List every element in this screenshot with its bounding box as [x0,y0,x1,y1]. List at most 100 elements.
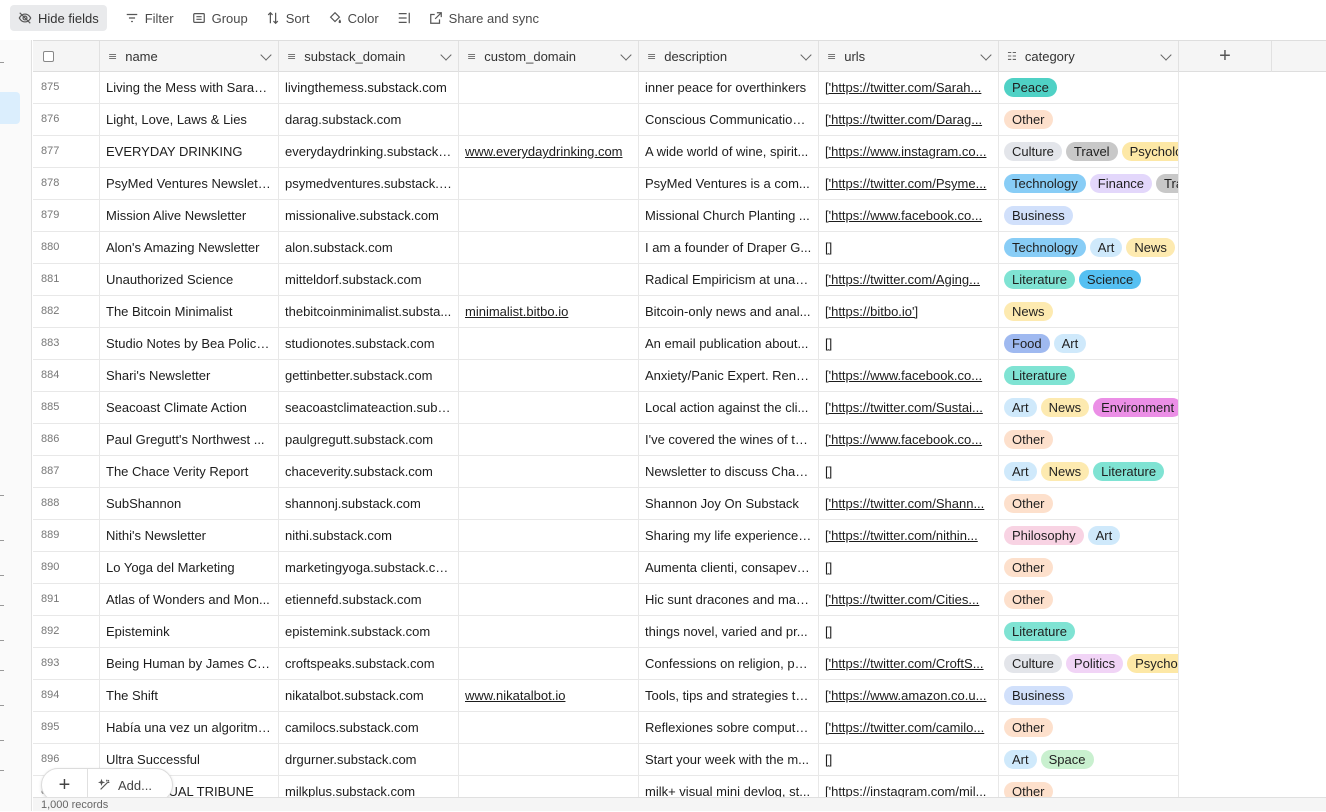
description-cell[interactable]: A wide world of wine, spirit... [639,136,819,167]
category-cell[interactable]: TechnologyFinanceTravel [999,168,1179,199]
urls-cell[interactable]: [] [819,744,999,775]
table-row[interactable]: 887 The Chace Verity Report chaceverity.su… [33,456,1179,488]
substack-domain-cell[interactable]: drgurner.substack.com [279,744,459,775]
description-cell[interactable]: Reflexiones sobre computa... [639,712,819,743]
urls-cell[interactable]: [] [819,328,999,359]
urls-cell[interactable]: ['https://twitter.com/Cities... [819,584,999,615]
category-cell[interactable]: CultureTravelPsychology [999,136,1179,167]
name-cell[interactable]: Atlas of Wonders and Mon... [100,584,279,615]
category-cell[interactable]: Literature [999,616,1179,647]
substack-domain-cell[interactable]: missionalive.substack.com [279,200,459,231]
column-header-substack-domain[interactable]: ≡ substack_domain [279,41,459,72]
name-cell[interactable]: Mission Alive Newsletter [100,200,279,231]
urls-cell[interactable]: [] [819,232,999,263]
urls-cell[interactable]: ['https://twitter.com/nithin... [819,520,999,551]
substack-domain-cell[interactable]: seacoastclimateaction.subs... [279,392,459,423]
chevron-down-icon[interactable] [620,49,632,61]
urls-cell[interactable]: [] [819,616,999,647]
description-cell[interactable]: Newsletter to discuss Chac... [639,456,819,487]
sort-button[interactable]: Sort [258,5,318,31]
table-row[interactable]: 882 The Bitcoin Minimalist thebitcoinminim… [33,296,1179,328]
urls-cell[interactable]: ['https://twitter.com/camilo... [819,712,999,743]
name-cell[interactable]: Light, Love, Laws & Lies [100,104,279,135]
custom-domain-cell[interactable] [459,488,639,519]
table-row[interactable]: 895 Había una vez un algoritmo... camilocs… [33,712,1179,744]
table-row[interactable]: 876 Light, Love, Laws & Lies darag.substac… [33,104,1179,136]
category-cell[interactable]: Art News Literature [999,456,1179,487]
description-cell[interactable]: inner peace for overthinkers [639,72,819,103]
table-row[interactable]: 896 Ultra Successful drgurner.substack.com… [33,744,1179,776]
name-cell[interactable]: PsyMed Ventures Newsletter [100,168,279,199]
urls-cell[interactable]: ['https://twitter.com/Sustai... [819,392,999,423]
table-row[interactable]: 877 EVERYDAY DRINKING everydaydrinking.sub… [33,136,1179,168]
column-header-description[interactable]: ≡ description [639,41,819,72]
description-cell[interactable]: PsyMed Ventures is a com... [639,168,819,199]
table-row[interactable]: 880 Alon's Amazing Newsletter alon.substac… [33,232,1179,264]
substack-domain-cell[interactable]: livingthemess.substack.com [279,72,459,103]
substack-domain-cell[interactable]: darag.substack.com [279,104,459,135]
custom-domain-cell[interactable] [459,648,639,679]
name-cell[interactable]: Nithi's Newsletter [100,520,279,551]
table-row[interactable]: 879 Mission Alive Newsletter missionalive.… [33,200,1179,232]
description-cell[interactable]: Conscious Communication ... [639,104,819,135]
urls-cell[interactable]: ['https://www.amazon.co.u... [819,680,999,711]
add-field-button[interactable]: + [1179,41,1272,72]
substack-domain-cell[interactable]: thebitcoinminimalist.substa... [279,296,459,327]
substack-domain-cell[interactable]: chaceverity.substack.com [279,456,459,487]
category-cell[interactable]: Literature [999,360,1179,391]
urls-cell[interactable]: ['https://twitter.com/Darag... [819,104,999,135]
description-cell[interactable]: Anxiety/Panic Expert. Reno... [639,360,819,391]
category-cell[interactable]: Other [999,712,1179,743]
table-row[interactable]: 893 Being Human by James Croft croftspeaks… [33,648,1179,680]
urls-cell[interactable]: ['https://www.facebook.co... [819,424,999,455]
category-cell[interactable]: Other [999,552,1179,583]
custom-domain-cell[interactable] [459,328,639,359]
row-height-button[interactable] [389,5,419,31]
color-button[interactable]: Color [320,5,387,31]
name-cell[interactable]: Alon's Amazing Newsletter [100,232,279,263]
add-options-button[interactable]: Add... [88,778,152,793]
description-cell[interactable]: Radical Empiricism at unau... [639,264,819,295]
category-cell[interactable]: News [999,296,1179,327]
substack-domain-cell[interactable]: mitteldorf.substack.com [279,264,459,295]
urls-cell[interactable]: ['https://bitbo.io'] [819,296,999,327]
table-row[interactable]: 881 Unauthorized Science mitteldorf.substa… [33,264,1179,296]
sidebar-selected-item[interactable] [0,92,20,124]
group-button[interactable]: Group [184,5,256,31]
custom-domain-cell[interactable]: www.everydaydrinking.com [459,136,639,167]
urls-cell[interactable]: ['https://twitter.com/Sarah... [819,72,999,103]
table-row[interactable]: 886 Paul Gregutt's Northwest ... paulgregu… [33,424,1179,456]
description-cell[interactable]: Bitcoin-only news and anal... [639,296,819,327]
custom-domain-cell[interactable] [459,424,639,455]
table-row[interactable]: 894 The Shift nikatalbot.substack.com www.n… [33,680,1179,712]
table-row[interactable]: 889 Nithi's Newsletter nithi.substack.com S… [33,520,1179,552]
name-cell[interactable]: Había una vez un algoritmo... [100,712,279,743]
urls-cell[interactable]: ['https://www.instagram.co... [819,136,999,167]
custom-domain-cell[interactable] [459,456,639,487]
name-cell[interactable]: Shari's Newsletter [100,360,279,391]
urls-cell[interactable]: [] [819,552,999,583]
name-cell[interactable]: The Bitcoin Minimalist [100,296,279,327]
urls-cell[interactable]: ['https://twitter.com/CroftS... [819,648,999,679]
category-cell[interactable]: Other [999,584,1179,615]
hide-fields-button[interactable]: Hide fields [10,5,107,31]
table-row[interactable]: 890 Lo Yoga del Marketing marketingyoga.su… [33,552,1179,584]
table-row[interactable]: 875 Living the Mess with Sarah ... livingt… [33,72,1179,104]
substack-domain-cell[interactable]: gettinbetter.substack.com [279,360,459,391]
substack-domain-cell[interactable]: paulgregutt.substack.com [279,424,459,455]
column-header-category[interactable]: ☷ category [999,41,1179,72]
description-cell[interactable]: An email publication about... [639,328,819,359]
name-cell[interactable]: The Chace Verity Report [100,456,279,487]
table-row[interactable]: 878 PsyMed Ventures Newsletter psymedventu… [33,168,1179,200]
category-cell[interactable]: Business [999,680,1179,711]
name-cell[interactable]: Seacoast Climate Action [100,392,279,423]
name-cell[interactable]: Unauthorized Science [100,264,279,295]
custom-domain-cell[interactable] [459,104,639,135]
description-cell[interactable]: Tools, tips and strategies to... [639,680,819,711]
column-header-custom-domain[interactable]: ≡ custom_domain [459,41,639,72]
substack-domain-cell[interactable]: alon.substack.com [279,232,459,263]
name-cell[interactable]: Living the Mess with Sarah ... [100,72,279,103]
category-cell[interactable]: Other [999,104,1179,135]
category-cell[interactable]: Philosophy Art [999,520,1179,551]
filter-button[interactable]: Filter [117,5,182,31]
